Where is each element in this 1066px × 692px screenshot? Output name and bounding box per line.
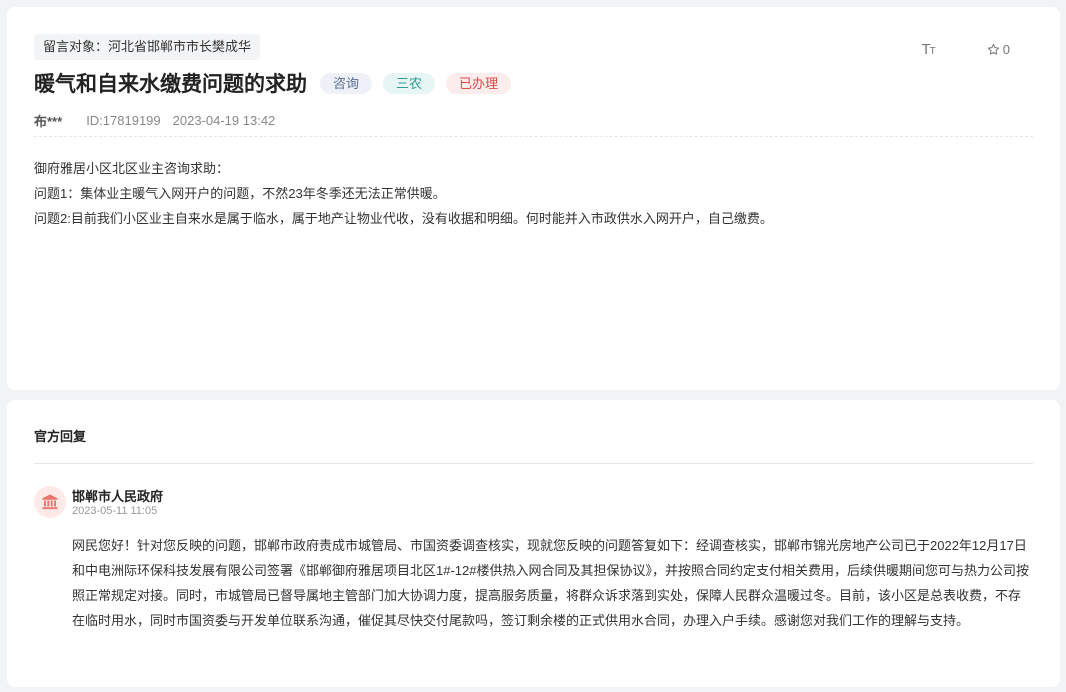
message-content: 御府雅居小区北区业主咨询求助： 问题1：集体业主暖气入网开户的问题，不然23年冬… [34,156,1033,231]
message-title: 暖气和自来水缴费问题的求助 [34,73,307,96]
avatar [34,486,66,518]
reply-card: 官方回复 邯郸市人民政府 2023-05-11 11:05 网民您好！针对您反映… [7,400,1060,687]
reply-text: 网民您好！针对您反映的问题，邯郸市政府责成市城管局、市国资委调查核实，现就您反映… [72,538,1029,628]
reply-org-name: 邯郸市人民政府 [72,489,164,504]
status-badge: 已办理 [446,72,512,94]
message-card: 留言对象：河北省邯郸市市长樊成华 TT 0 暖气和自来水缴费问题的求助 咨询 三… [7,7,1060,390]
message-meta: 布*** ID:17819199 2023-04-19 13:42 [34,111,275,130]
star-outline-icon [987,43,999,55]
font-size-icon[interactable]: TT [921,41,935,58]
message-datetime: 2023-04-19 13:42 [172,113,276,128]
message-target-tag: 留言对象：河北省邯郸市市长樊成华 [34,34,261,60]
tag-consult: 咨询 [320,72,373,94]
content-line: 御府雅居小区北区业主咨询求助： [34,161,230,176]
message-tools: TT 0 [921,39,1010,59]
government-building-icon [42,494,58,510]
author-name: 布*** [34,114,63,129]
reply-divider [34,463,1033,464]
tag-agriculture: 三农 [383,72,436,94]
content-line: 问题1：集体业主暖气入网开户的问题，不然23年冬季还无法正常供暖。 [34,186,446,201]
reply-section-title: 官方回复 [34,429,87,444]
favorite-count: 0 [1002,41,1010,57]
title-row: 暖气和自来水缴费问题的求助 咨询 三农 已办理 [34,68,512,98]
content-line: 问题2:目前我们小区业主自来水是属于临水，属于地产让物业代收，没有收据和明细。何… [34,211,773,226]
meta-divider [34,136,1033,137]
favorite-button[interactable]: 0 [987,42,1010,57]
reply-datetime: 2023-05-11 11:05 [72,505,158,517]
message-id: ID:17819199 [86,113,161,128]
